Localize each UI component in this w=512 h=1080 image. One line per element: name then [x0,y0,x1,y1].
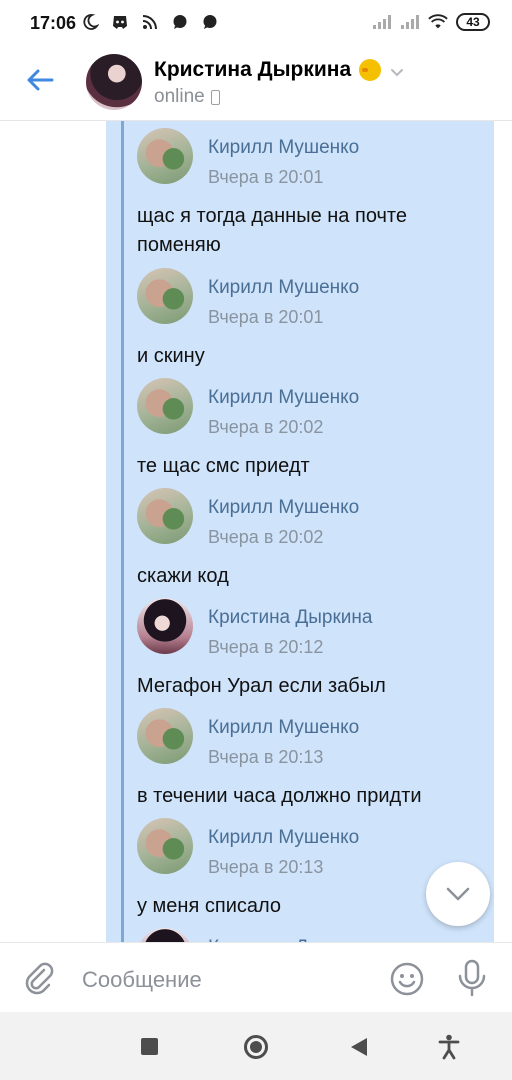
rss-icon [140,12,160,32]
chat-title[interactable]: Кристина Дыркина [154,58,405,82]
message-time: Вчера в 20:13 [208,747,324,767]
message-author[interactable]: Кирилл Мушенко [208,717,359,739]
chevron-down-icon [446,887,470,901]
chat-bubble-icon [170,12,190,32]
message-author[interactable]: Кристина Дыркина [208,607,372,629]
online-status: online [154,86,220,108]
message-author[interactable]: Кирилл Мушенко [208,277,359,299]
message-time: Вчера в 20:02 [208,417,324,437]
message-author[interactable]: Кирилл Мушенко [208,827,359,849]
chat-header: Кристина Дыркина online [0,48,512,121]
message-time: Вчера в 20:02 [208,527,324,547]
mobile-phone-icon [210,89,220,105]
contact-name: Кристина Дыркина [154,58,352,81]
microphone-icon[interactable] [455,959,489,997]
paperclip-icon[interactable] [22,961,56,995]
avatar[interactable] [137,488,193,544]
scroll-down-button[interactable] [426,862,490,926]
message-time: Вчера в 20:13 [208,857,324,877]
chick-emoji-icon [359,59,382,81]
avatar[interactable] [137,818,193,874]
system-navigation-bar [0,1012,512,1080]
message-text: и скину [137,345,205,367]
moon-icon [80,12,100,32]
status-time: 17:06 [30,13,77,33]
message-input[interactable] [80,961,374,999]
accessibility-icon[interactable] [437,1034,461,1060]
forwarded-quote-line [121,121,124,942]
message-author[interactable]: Кирилл Мушенко [208,497,359,519]
message-text: щас я тогда данные на почте поменяю [137,205,407,256]
message-text: скажи код [137,565,229,587]
avatar[interactable] [137,268,193,324]
avatar[interactable] [137,708,193,764]
signal-icon [372,12,392,32]
message-text: в течении часа должно придти [137,785,422,807]
avatar[interactable] [86,54,142,110]
message-time: Вчера в 20:01 [208,307,324,327]
online-status-text: online [154,86,205,107]
signal-icon [400,12,420,32]
wifi-icon [428,12,448,32]
message-time: Вчера в 20:01 [208,167,324,187]
message-list[interactable]: Кирилл Мушенко Вчера в 20:01 щас я тогда д… [0,121,512,942]
recent-apps-button[interactable] [141,1038,158,1055]
back-arrow-icon[interactable] [24,64,56,96]
discord-icon [110,12,130,32]
battery-icon: 43 [456,13,490,31]
smiley-icon[interactable] [389,961,425,997]
home-button[interactable] [244,1035,268,1059]
message-text: те щас смс приедт [137,455,310,477]
message-text: Мегафон Урал если забыл [137,675,386,697]
message-author[interactable]: Кирилл Мушенко [208,137,359,159]
avatar[interactable] [137,378,193,434]
status-bar: 17:06 43 [0,0,512,48]
chat-bubble-icon [200,12,220,32]
chevron-down-icon[interactable] [389,62,405,78]
avatar[interactable] [137,598,193,654]
status-notification-icons [80,12,220,32]
avatar[interactable] [137,128,193,184]
message-time: Вчера в 20:12 [208,637,324,657]
message-author[interactable]: Кирилл Мушенко [208,387,359,409]
status-system-icons: 43 [372,12,490,32]
message-composer [0,942,512,1013]
back-button[interactable] [351,1038,367,1056]
